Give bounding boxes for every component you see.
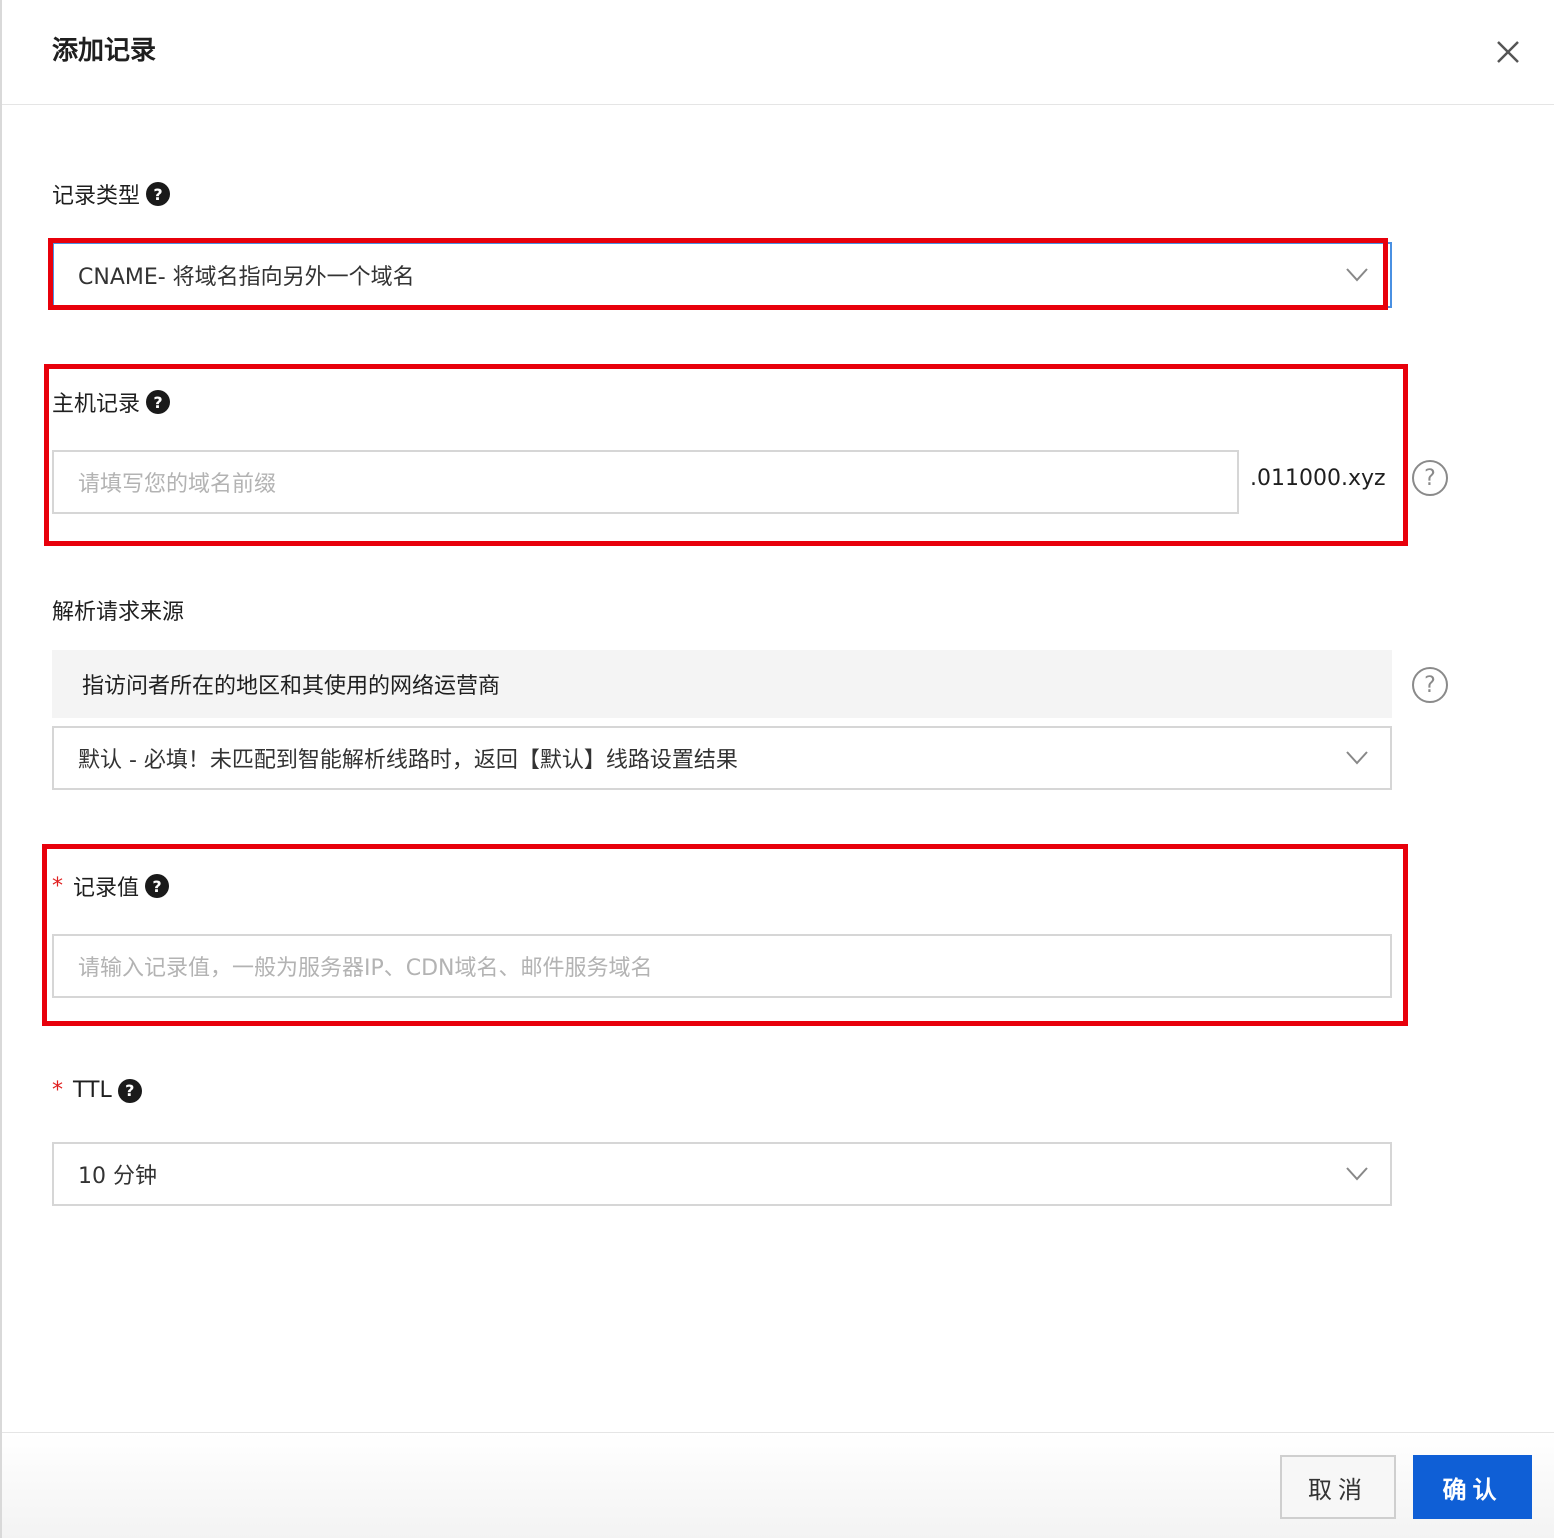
chevron-down-icon — [1346, 1167, 1368, 1181]
ttl-label-text: TTL — [73, 1078, 112, 1103]
ttl-label: * TTL ? — [52, 1078, 142, 1103]
domain-suffix: .011000.xyz — [1250, 466, 1386, 491]
add-record-dialog: 添加记录 记录类型 ? CNAME- 将域名指向另外一个域名 主机记录 ? 请填… — [0, 0, 1554, 1538]
confirm-button[interactable]: 确认 — [1413, 1455, 1532, 1519]
dialog-title: 添加记录 — [52, 36, 157, 66]
ttl-select[interactable]: 10 分钟 — [52, 1142, 1392, 1206]
chevron-down-icon — [1346, 751, 1368, 765]
record-value-label: * 记录值 ? — [52, 870, 170, 902]
resolve-source-label: 解析请求来源 — [52, 594, 184, 626]
resolve-source-value: 默认 - 必填！未匹配到智能解析线路时，返回【默认】线路设置结果 — [78, 748, 738, 773]
record-type-value: CNAME- 将域名指向另外一个域名 — [78, 265, 415, 290]
resolve-source-select[interactable]: 默认 - 必填！未匹配到智能解析线路时，返回【默认】线路设置结果 — [52, 726, 1392, 790]
help-icon[interactable]: ? — [146, 182, 171, 206]
dialog-footer: 取消 确认 — [2, 1432, 1554, 1538]
record-value-label-text: 记录值 — [73, 876, 140, 901]
host-record-label-text: 主机记录 — [52, 392, 141, 417]
record-value-placeholder: 请输入记录值，一般为服务器IP、CDN域名、邮件服务域名 — [78, 956, 653, 981]
help-icon[interactable]: ? — [145, 874, 170, 898]
dialog-header: 添加记录 — [2, 0, 1554, 105]
chevron-down-icon — [1346, 268, 1368, 282]
cancel-button[interactable]: 取消 — [1280, 1455, 1396, 1519]
host-record-placeholder: 请填写您的域名前缀 — [78, 472, 277, 497]
question-circle-icon[interactable]: ? — [1412, 460, 1448, 496]
required-mark: * — [52, 1078, 63, 1103]
record-type-label-text: 记录类型 — [52, 184, 141, 209]
help-icon[interactable]: ? — [146, 390, 171, 414]
required-mark: * — [52, 873, 63, 899]
close-icon[interactable] — [1492, 36, 1524, 68]
help-icon[interactable]: ? — [117, 1078, 142, 1103]
host-record-input[interactable]: 请填写您的域名前缀 — [52, 450, 1239, 514]
host-record-label: 主机记录 ? — [52, 386, 171, 418]
question-circle-icon[interactable]: ? — [1412, 667, 1448, 703]
resolve-source-label-text: 解析请求来源 — [52, 600, 185, 625]
ttl-value: 10 分钟 — [78, 1164, 157, 1189]
resolve-source-tip: 指访问者所在的地区和其使用的网络运营商 — [52, 650, 1392, 718]
record-value-input[interactable]: 请输入记录值，一般为服务器IP、CDN域名、邮件服务域名 — [52, 934, 1392, 998]
record-type-label: 记录类型 ? — [52, 178, 171, 210]
record-type-select[interactable]: CNAME- 将域名指向另外一个域名 — [52, 242, 1392, 308]
